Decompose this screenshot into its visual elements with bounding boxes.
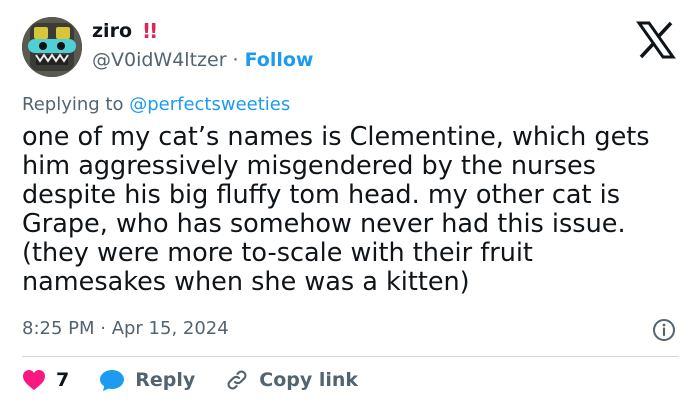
reply-mention-link[interactable]: @perfectsweeties — [129, 94, 290, 115]
reply-button[interactable]: Reply — [99, 368, 195, 392]
author-name-row: ziro !! — [92, 19, 158, 43]
tweet-text: one of my cat’s names is Clementine, whi… — [22, 122, 650, 297]
like-button[interactable]: 7 — [22, 369, 69, 391]
likes-count: 7 — [56, 369, 70, 391]
avatar[interactable] — [22, 17, 82, 77]
author-handle[interactable]: @V0idW4ltzer — [92, 49, 227, 71]
follow-button[interactable]: Follow — [245, 49, 314, 71]
heart-icon — [23, 370, 45, 390]
reply-bubble-icon — [100, 370, 125, 391]
handle-row: @V0idW4ltzer · Follow — [92, 49, 313, 71]
avatar-image — [22, 17, 82, 77]
copy-link-label: Copy link — [259, 369, 359, 391]
link-icon — [227, 370, 247, 390]
replying-prefix: Replying to — [22, 94, 130, 115]
divider — [22, 356, 679, 357]
separator-dot: · — [232, 49, 239, 71]
tweet-timestamp[interactable]: 8:25 PM · Apr 15, 2024 — [22, 318, 229, 339]
x-logo-icon[interactable] — [636, 20, 676, 60]
copy-link-button[interactable]: Copy link — [225, 368, 358, 392]
author-name[interactable]: ziro — [92, 20, 132, 42]
info-icon[interactable] — [652, 318, 676, 342]
reply-label: Reply — [135, 369, 196, 391]
replying-to: Replying to @perfectsweeties — [22, 94, 290, 115]
double-exclamation-badge: !! — [142, 19, 158, 43]
action-bar: 7 Reply Copy link — [22, 368, 358, 392]
